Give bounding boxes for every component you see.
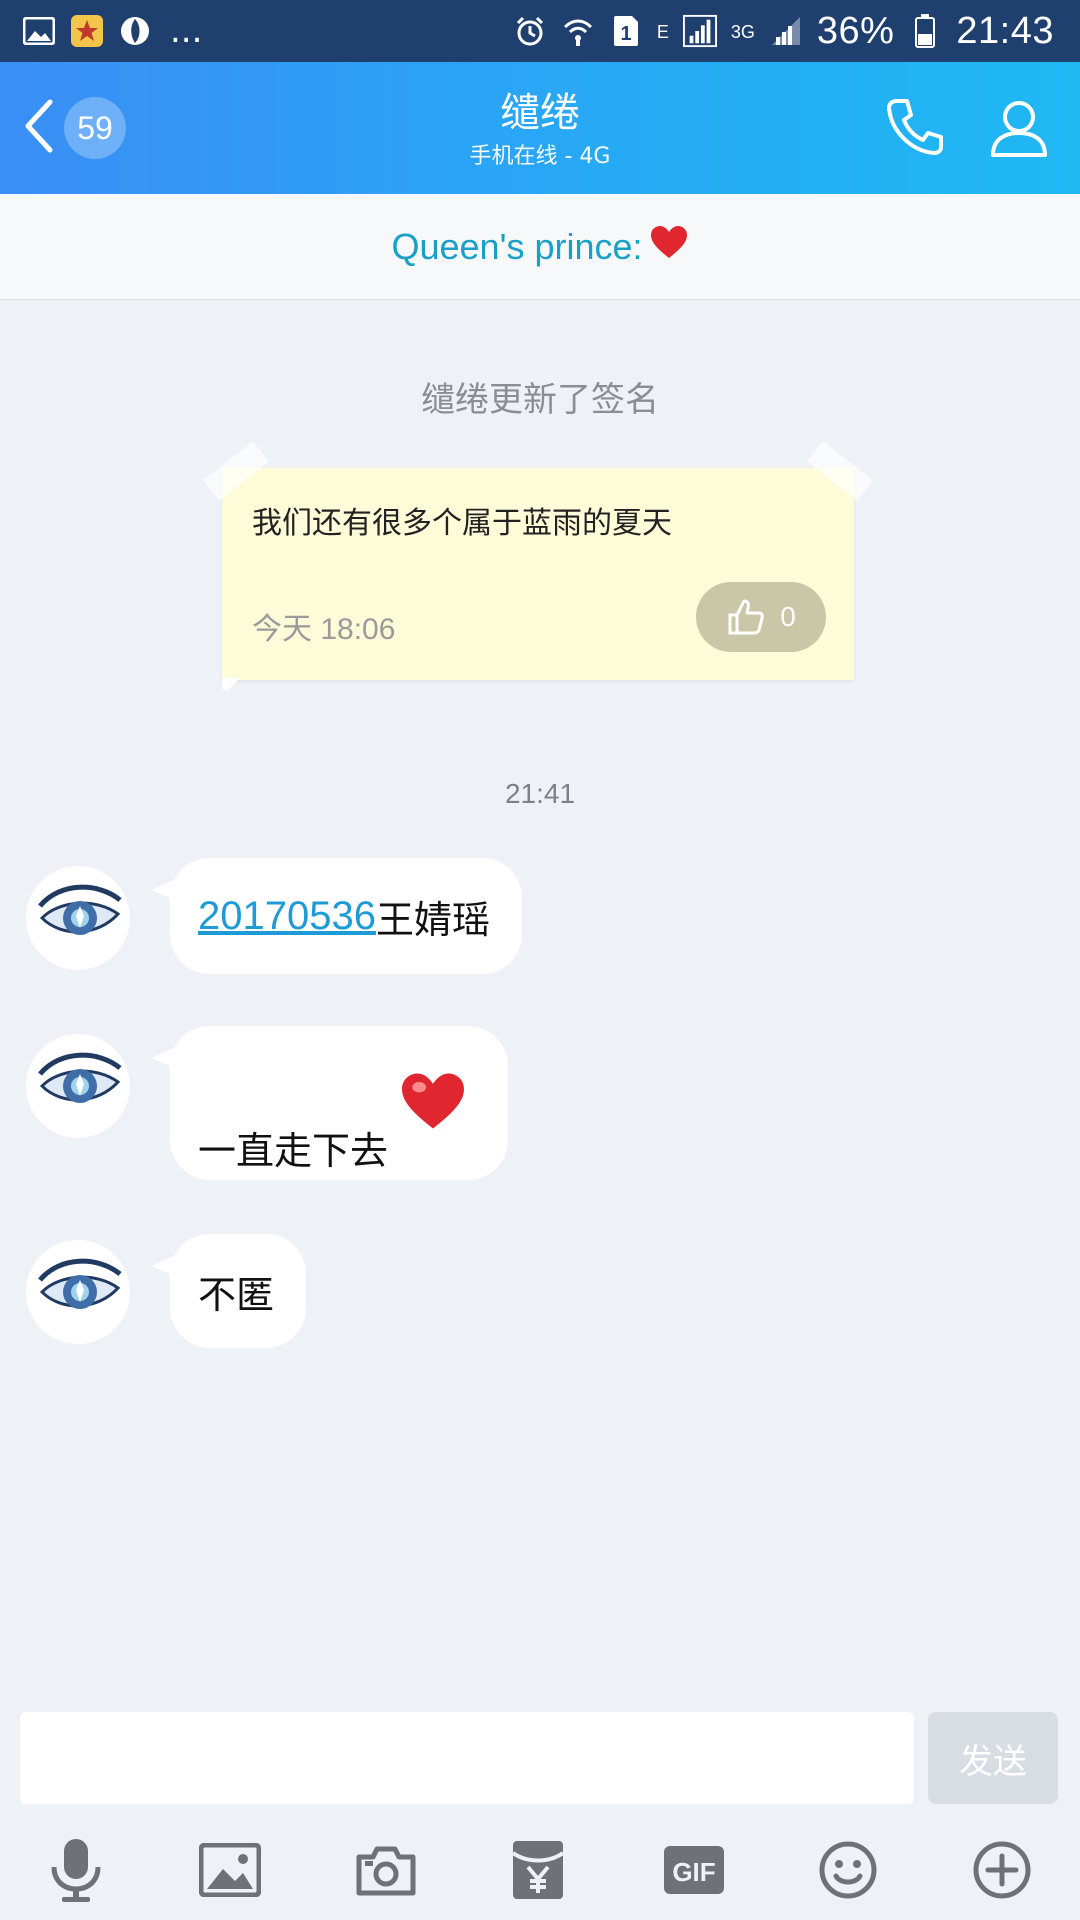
status-bar-system: 1 E 3G 36% 21:43 xyxy=(513,10,1054,53)
network-3g-label: 3G xyxy=(730,21,755,42)
clock: 21:43 xyxy=(956,9,1054,52)
contact-signature-banner[interactable]: Queen's prince: xyxy=(0,194,1080,300)
signature-note-text: 我们还有很多个属于蓝雨的夏天 xyxy=(252,506,672,541)
message-text: 一直走下去 xyxy=(198,1129,389,1173)
card-fold-decoration xyxy=(222,678,246,690)
signal-strength-icon-2 xyxy=(769,14,803,48)
eye-avatar-icon xyxy=(38,884,122,935)
chevron-left-icon xyxy=(18,96,58,160)
sim-slot-number: 1 xyxy=(620,23,631,45)
more-notifications-indicator: ... xyxy=(170,11,203,51)
message-text: 王婧瑶 xyxy=(375,897,490,942)
camera-button[interactable] xyxy=(350,1834,422,1906)
input-toolbar: GIF xyxy=(0,1820,1080,1920)
message-link[interactable]: 20170536 xyxy=(198,894,376,939)
message-bubble[interactable]: 不匿 xyxy=(151,1234,307,1348)
eye-avatar-icon xyxy=(38,1258,122,1309)
app-notification-icon xyxy=(118,14,152,48)
voice-input-button[interactable] xyxy=(40,1834,112,1906)
gif-icon: GIF xyxy=(664,1846,724,1894)
voice-call-button[interactable] xyxy=(880,92,950,162)
sender-avatar[interactable] xyxy=(26,866,130,970)
signature-note-time: 今天 18:06 xyxy=(252,613,396,646)
alarm-icon xyxy=(513,14,547,48)
online-status: 手机在线 - 4G xyxy=(469,144,611,169)
red-packet-button[interactable] xyxy=(502,1834,574,1906)
signature-update-notice: 缱绻更新了签名 xyxy=(421,380,659,420)
wifi-icon xyxy=(561,14,595,48)
message-time-separator: 21:41 xyxy=(504,778,576,809)
tape-decoration xyxy=(202,441,270,501)
thumbs-up-icon xyxy=(728,599,765,635)
heart-emoji-icon xyxy=(649,224,689,269)
gallery-notification-icon xyxy=(22,14,56,48)
heart-emoji-icon xyxy=(396,1070,470,1141)
unread-count-badge: 59 xyxy=(64,97,126,159)
emoji-button[interactable] xyxy=(812,1834,884,1906)
message-input[interactable] xyxy=(20,1712,914,1804)
eye-avatar-icon xyxy=(38,1052,122,1103)
like-button[interactable]: 0 xyxy=(696,582,826,652)
sim-slot-icon: 1 xyxy=(609,14,643,48)
like-count: 0 xyxy=(780,601,796,632)
send-button[interactable]: 发送 xyxy=(928,1712,1058,1804)
signature-note-card[interactable]: 我们还有很多个属于蓝雨的夏天 今天 18:06 0 xyxy=(202,441,874,690)
battery-percent: 36% xyxy=(816,9,895,52)
network-e-label: E xyxy=(656,21,669,42)
message-bubble[interactable]: 一直走下去 xyxy=(151,1026,509,1180)
message-text: 不匿 xyxy=(198,1272,275,1317)
chat-header: 59 缱绻 手机在线 - 4G xyxy=(0,62,1080,194)
emoji-icon xyxy=(819,1841,877,1899)
phone-icon xyxy=(887,99,943,155)
signal-strength-icon-1 xyxy=(682,14,717,48)
more-options-button[interactable] xyxy=(966,1834,1038,1906)
status-bar: ... 1 E 3G 36% 21:43 xyxy=(0,0,1080,62)
message-bubble[interactable]: 20170536 王婧瑶 xyxy=(152,858,522,974)
gif-button[interactable]: GIF xyxy=(658,1834,730,1906)
microphone-icon xyxy=(51,1839,101,1902)
status-bar-notifications: ... xyxy=(22,11,202,51)
user-profile-icon xyxy=(991,101,1047,157)
chat-title-area[interactable]: 缱绻 手机在线 - 4G xyxy=(340,88,740,172)
contact-profile-button[interactable] xyxy=(984,92,1054,162)
gif-label: GIF xyxy=(672,1857,715,1887)
sender-avatar[interactable] xyxy=(26,1240,130,1344)
contact-name: 缱绻 xyxy=(500,90,580,136)
signature-banner-text: Queen's prince: xyxy=(391,225,643,267)
back-button[interactable]: 59 xyxy=(18,90,126,166)
sender-avatar[interactable] xyxy=(26,1034,130,1138)
camera-icon xyxy=(356,1846,416,1896)
star-badge-notification-icon xyxy=(70,14,104,48)
red-packet-icon xyxy=(511,1841,565,1899)
image-icon xyxy=(199,1843,261,1897)
plus-icon xyxy=(973,1841,1031,1899)
battery-icon xyxy=(908,14,942,48)
photo-album-button[interactable] xyxy=(194,1834,266,1906)
tape-decoration xyxy=(806,441,874,501)
